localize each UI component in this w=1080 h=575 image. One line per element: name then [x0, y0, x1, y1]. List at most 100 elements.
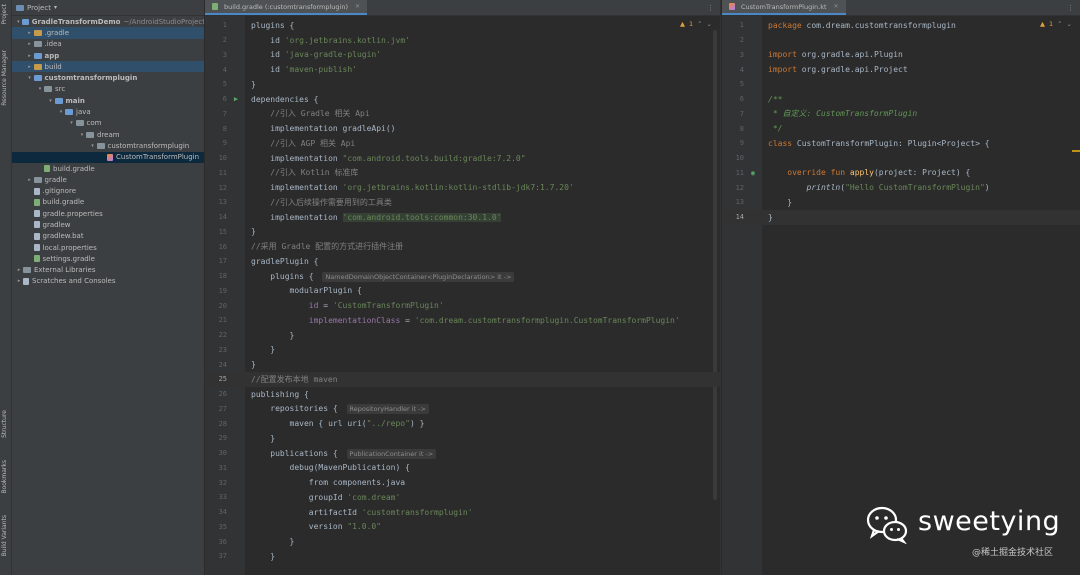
code-line[interactable]: 31 debug(MavenPublication) { — [205, 461, 720, 476]
chevron-down-icon[interactable]: ▾ — [26, 75, 34, 81]
code-line[interactable]: 12 println("Hello CustomTransformPlugin"… — [722, 180, 1080, 195]
chevron-down-icon[interactable]: ▾ — [57, 109, 65, 115]
code-line[interactable]: 9 class CustomTransformPlugin: Plugin<Pro… — [722, 136, 1080, 151]
code-line[interactable]: 18 plugins { NamedDomainObjectContainer<… — [205, 269, 720, 284]
code-line[interactable]: 6 ▶ dependencies { — [205, 92, 720, 107]
structure-tool-button[interactable]: Structure — [1, 410, 8, 438]
tree-item[interactable]: build.gradle — [12, 163, 204, 174]
code-line[interactable]: 28 maven { url uri("../repo") } — [205, 416, 720, 431]
close-icon[interactable]: ✕ — [834, 3, 839, 10]
tree-item[interactable]: ▸ gradle — [12, 174, 204, 185]
code-line[interactable]: 5 — [722, 77, 1080, 92]
tree-item[interactable]: gradlew — [12, 219, 204, 230]
chevron-right-icon[interactable]: ▸ — [15, 278, 23, 284]
code-line[interactable]: 8 */ — [722, 121, 1080, 136]
tree-item[interactable]: ▸ .gradle — [12, 27, 204, 39]
chevron-down-icon[interactable]: ▾ — [36, 86, 44, 92]
chevron-down-icon[interactable]: ▾ — [78, 132, 86, 138]
editor-tabs-menu-icon[interactable]: ⋮ — [1067, 0, 1080, 15]
build-variants-tool-button[interactable]: Build Variants — [1, 515, 8, 556]
bookmarks-tool-button[interactable]: Bookmarks — [1, 460, 8, 494]
tree-item[interactable]: ▾ customtransformplugin — [12, 72, 204, 83]
tree-item[interactable]: ▾ java — [12, 106, 204, 117]
chevron-down-icon[interactable]: ▾ — [47, 98, 55, 104]
code-line[interactable]: 13 //引入后续操作需要用到的工具类 — [205, 195, 720, 210]
code-line[interactable]: 3 import org.gradle.api.Plugin — [722, 48, 1080, 63]
code-line[interactable]: 12 implementation 'org.jetbrains.kotlin:… — [205, 180, 720, 195]
code-line[interactable]: 32 from components.java — [205, 475, 720, 490]
tab-custom-transform-plugin[interactable]: CustomTransformPlugin.kt ✕ — [722, 0, 846, 15]
chevron-down-icon[interactable]: ▾ — [68, 120, 76, 126]
code-line[interactable]: 37 } — [205, 549, 720, 564]
code-line[interactable]: 2 — [722, 33, 1080, 48]
tree-item[interactable]: local.properties — [12, 242, 204, 253]
chevron-down-icon[interactable]: ▾ — [15, 19, 22, 25]
tree-item[interactable]: build.gradle — [12, 197, 204, 208]
code-line[interactable]: 19 modularPlugin { — [205, 284, 720, 299]
tree-item[interactable]: ▸ External Libraries — [12, 265, 204, 276]
editor-tabs-menu-icon[interactable]: ⋮ — [707, 0, 720, 15]
code-line[interactable]: 16 //采用 Gradle 配置的方式进行插件注册 — [205, 239, 720, 254]
tree-item[interactable]: gradle.properties — [12, 208, 204, 219]
code-line[interactable]: 25 //配置发布本地 maven — [205, 372, 720, 387]
tree-item[interactable]: ▸ .idea — [12, 39, 204, 50]
implements-gutter-icon[interactable]: ◉ — [744, 169, 762, 177]
code-line[interactable]: 21 implementationClass = 'com.dream.cust… — [205, 313, 720, 328]
code-line[interactable]: 35 version "1.0.0" — [205, 520, 720, 535]
code-line[interactable]: 29 } — [205, 431, 720, 446]
run-gutter-icon[interactable]: ▶ — [227, 95, 245, 103]
tree-item[interactable]: CustomTransformPlugin — [12, 151, 204, 163]
tree-item[interactable]: ▾ customtransformplugin — [12, 140, 204, 151]
project-tool-button[interactable]: Project — [1, 4, 8, 25]
tab-build-gradle[interactable]: build.gradle (:customtransformplugin) ✕ — [205, 0, 368, 15]
code-line[interactable]: 14} — [722, 209, 1080, 225]
tree-item[interactable]: ▸ Scratches and Consoles — [12, 276, 204, 287]
code-line[interactable]: 4 import org.gradle.api.Project — [722, 62, 1080, 77]
chevron-right-icon[interactable]: ▸ — [26, 64, 34, 70]
code-line[interactable]: 11 ◉ override fun apply(project: Project)… — [722, 166, 1080, 181]
code-line[interactable]: 7 * 自定义: CustomTransformPlugin — [722, 107, 1080, 122]
tree-item[interactable]: ▾ main — [12, 95, 204, 106]
code-line[interactable]: 1 plugins { — [205, 18, 720, 33]
kotlin-editor[interactable]: CustomTransformPlugin.kt ✕ ⋮ ▲ 1 ⌃ ⌄ 1 pa… — [722, 0, 1080, 575]
chevron-down-icon[interactable]: ▾ — [54, 4, 57, 11]
code-line[interactable]: 24} — [205, 357, 720, 372]
code-line[interactable]: 26 publishing { — [205, 387, 720, 402]
code-line[interactable]: 10 implementation "com.android.tools.bui… — [205, 151, 720, 166]
code-line[interactable]: 7 //引入 Gradle 相关 Api — [205, 107, 720, 122]
tree-item[interactable]: ▾ src — [12, 84, 204, 95]
tree-item[interactable]: ▸ build — [12, 61, 204, 73]
chevron-right-icon[interactable]: ▸ — [26, 53, 34, 59]
code-line[interactable]: 13 } — [722, 195, 1080, 210]
tree-item[interactable]: ▾ dream — [12, 129, 204, 140]
tree-item[interactable]: settings.gradle — [12, 253, 204, 264]
code-line[interactable]: 4 id 'maven-publish' — [205, 62, 720, 77]
code-line[interactable]: 5} — [205, 77, 720, 92]
code-line[interactable]: 17 gradlePlugin { — [205, 254, 720, 269]
tree-item[interactable]: ▸ app — [12, 50, 204, 61]
code-line[interactable]: 1 package com.dream.customtransformplugin — [722, 18, 1080, 33]
resource-manager-tool-button[interactable]: Resource Manager — [1, 50, 8, 106]
chevron-right-icon[interactable]: ▸ — [26, 41, 34, 47]
code-line[interactable]: 20 id = 'CustomTransformPlugin' — [205, 298, 720, 313]
code-line[interactable]: 34 artifactId 'customtransformplugin' — [205, 505, 720, 520]
code-line[interactable]: 22 } — [205, 328, 720, 343]
tree-item[interactable]: ▾ GradleTransformDemo ~/AndroidStudioProje… — [12, 16, 204, 27]
code-line[interactable]: 11 //引入 Kotlin 标准库 — [205, 166, 720, 181]
close-icon[interactable]: ✕ — [355, 3, 360, 10]
tree-item[interactable]: .gitignore — [12, 185, 204, 196]
code-line[interactable]: 3 id 'java-gradle-plugin' — [205, 48, 720, 63]
code-line[interactable]: 14 implementation 'com.android.tools:com… — [205, 210, 720, 225]
chevron-right-icon[interactable]: ▸ — [15, 267, 23, 273]
chevron-right-icon[interactable]: ▸ — [26, 177, 34, 183]
tree-item[interactable]: ▾ com — [12, 118, 204, 129]
code-line[interactable]: 10 — [722, 151, 1080, 166]
tree-item[interactable]: gradlew.bat — [12, 231, 204, 242]
code-line[interactable]: 36 } — [205, 534, 720, 549]
code-line[interactable]: 9 //引入 AGP 相关 Api — [205, 136, 720, 151]
chevron-down-icon[interactable]: ▾ — [89, 143, 97, 149]
code-line[interactable]: 30 publications { PublicationContainer i… — [205, 446, 720, 461]
project-panel-header[interactable]: Project ▾ — [12, 0, 204, 16]
code-line[interactable]: 6 /** — [722, 92, 1080, 107]
code-line[interactable]: 33 groupId 'com.dream' — [205, 490, 720, 505]
